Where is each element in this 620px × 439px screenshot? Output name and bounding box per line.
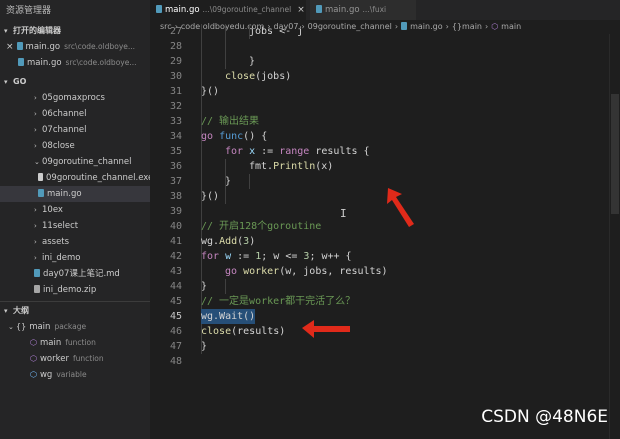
- outline-item[interactable]: ⌄{} main package: [0, 319, 150, 335]
- package-icon: {}: [16, 322, 27, 331]
- tab-main-go[interactable]: main.go ...\fuxi: [310, 0, 416, 20]
- code-line: 28: [169, 41, 182, 52]
- selected-text: wg.Wait(): [201, 309, 256, 324]
- outline-item[interactable]: ⬡ wg variable: [0, 367, 150, 383]
- text-cursor-icon: I: [340, 207, 347, 220]
- vertical-scrollbar[interactable]: [609, 34, 620, 439]
- chevron-right-icon: ›: [34, 206, 37, 214]
- chevron-down-icon: ⌄: [8, 323, 14, 331]
- outline-item[interactable]: ⬡ main function: [0, 335, 150, 351]
- code-line: 36 fmt.Println(x): [169, 161, 334, 172]
- code-line: 27 jobs <- j: [169, 26, 304, 37]
- code-line: 31}(): [169, 86, 220, 97]
- go-file-icon: [38, 189, 44, 197]
- code-line: 42 for w := 1; w <= 3; w++ {: [169, 251, 352, 262]
- chevron-down-icon: ▾: [4, 27, 8, 35]
- tab-bar: main.go ...\09goroutine_channel × main.go.…: [150, 0, 620, 20]
- chevron-right-icon: ›: [34, 238, 37, 246]
- tree-item-folder[interactable]: › 10ex: [0, 202, 150, 218]
- code-line: 41 wg.Add(3): [169, 236, 256, 247]
- open-editors-header[interactable]: ▾ 打开的编辑器: [0, 22, 150, 39]
- explorer-title: 资源管理器: [6, 6, 52, 16]
- chevron-right-icon: ›: [34, 94, 37, 102]
- function-icon: ⬡: [30, 338, 37, 347]
- open-editor-item[interactable]: main.go src\code.oldboye...: [0, 55, 150, 71]
- markdown-file-icon: [34, 269, 40, 277]
- folder-header[interactable]: ▾ GO: [0, 73, 150, 90]
- chevron-right-icon: ›: [34, 142, 37, 150]
- go-file-icon: [316, 5, 322, 13]
- tree-item-folder-open[interactable]: ⌄ 09goroutine_channel: [0, 154, 150, 170]
- chevron-right-icon: ›: [34, 110, 37, 118]
- chevron-right-icon: ›: [34, 222, 37, 230]
- code-line: 30 close(jobs): [169, 71, 292, 82]
- code-line: 46 close(results): [169, 326, 286, 337]
- chevron-down-icon: ⌄: [34, 158, 40, 166]
- go-file-icon: [18, 58, 24, 66]
- exe-file-icon: [38, 173, 43, 181]
- scrollbar-thumb[interactable]: [611, 94, 619, 214]
- function-icon: ⬡: [30, 354, 37, 363]
- tree-item-file-selected[interactable]: main.go: [0, 186, 150, 202]
- code-line: 44}: [169, 281, 208, 292]
- tree-item-folder[interactable]: › 06channel: [0, 106, 150, 122]
- tree-item-file[interactable]: 09goroutine_channel.exe: [0, 170, 150, 186]
- variable-icon: ⬡: [30, 370, 37, 379]
- close-icon[interactable]: ×: [6, 42, 14, 52]
- code-line: 43 go worker(w, jobs, results): [169, 266, 388, 277]
- open-editor-item[interactable]: × main.go src\code.oldboye...: [0, 39, 150, 55]
- tree-item-folder[interactable]: › 05gomaxprocs: [0, 90, 150, 106]
- chevron-down-icon: ▾: [4, 78, 8, 86]
- outline-header[interactable]: ▾ 大纲: [0, 301, 150, 319]
- code-line: 29}: [169, 56, 256, 67]
- tree-item-file[interactable]: day07课上笔记.md: [0, 266, 150, 282]
- tree-item-folder[interactable]: › 07channel: [0, 122, 150, 138]
- chevron-right-icon: ›: [34, 254, 37, 262]
- annotation-arrow-icon: [387, 188, 414, 227]
- code-line: 47}: [169, 341, 208, 352]
- chevron-right-icon: ›: [34, 126, 37, 134]
- zip-file-icon: [34, 285, 40, 293]
- editor-area: main.go ...\09goroutine_channel × main.go.…: [150, 0, 620, 439]
- code-line: 48: [169, 356, 182, 367]
- annotation-arrow-icon: [302, 320, 350, 338]
- code-line: 45// 一定是worker都干完活了么？: [169, 296, 356, 307]
- go-file-icon: [156, 5, 162, 13]
- tree-item-folder[interactable]: › 11select: [0, 218, 150, 234]
- chevron-down-icon: ▾: [4, 307, 8, 315]
- tree-item-folder[interactable]: › 08close: [0, 138, 150, 154]
- code-line: 32: [169, 101, 182, 112]
- outline-item[interactable]: ⬡ worker function: [0, 351, 150, 367]
- tree-item-folder[interactable]: › assets: [0, 234, 150, 250]
- watermark: CSDN @48N6E: [481, 407, 608, 427]
- close-icon[interactable]: ×: [297, 5, 305, 15]
- code-line: 33// 输出结果: [169, 116, 260, 127]
- tab-main-go-active[interactable]: main.go ...\09goroutine_channel ×: [150, 0, 306, 20]
- go-file-icon: [16, 42, 23, 50]
- code-line: 35 for x := range results {: [169, 146, 370, 157]
- code-line: 34 go func() {: [169, 131, 268, 142]
- tree-item-folder[interactable]: › ini_demo: [0, 250, 150, 266]
- tree-item-file[interactable]: ini_demo.zip: [0, 282, 150, 298]
- code-line-current: 45 wg.Wait(): [169, 309, 256, 324]
- explorer-sidebar: 资源管理器 ▾ 打开的编辑器 × main.go src\code.oldboye..…: [0, 0, 150, 439]
